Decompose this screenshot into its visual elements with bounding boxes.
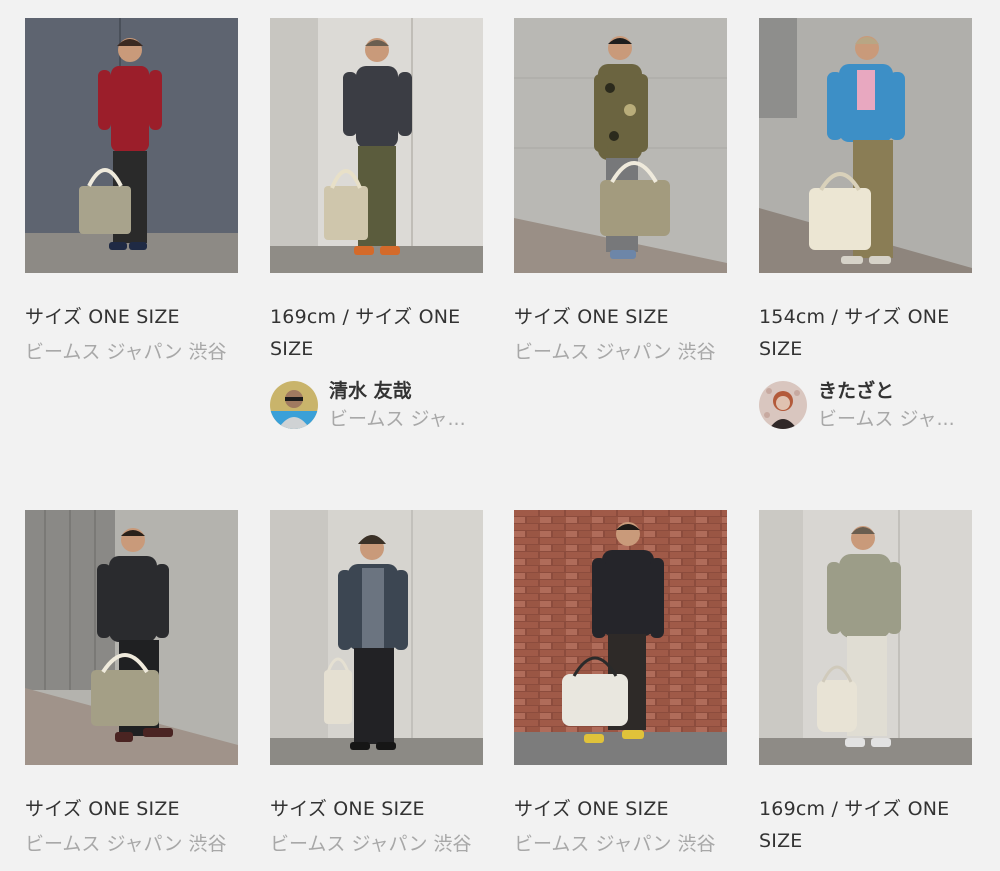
size-label: 169cm / サイズ ONE SIZE [270,306,461,360]
outfit-photo-illustration [270,18,483,273]
outfit-card[interactable]: 154cm / サイズ ONE SIZE きたざと ビームス ジャ... [759,18,972,433]
outfit-photo[interactable] [514,510,727,765]
outfit-photo-illustration [759,510,972,765]
outfit-photo[interactable] [759,510,972,765]
shop-name[interactable]: ビームス ジャパン 渋谷 [514,829,727,859]
size-label: サイズ ONE SIZE [25,798,180,820]
shop-name[interactable]: ビームス ジャパン 渋谷 [25,829,238,859]
staff-shop: ビームス ジャ... [818,408,955,430]
staff-name[interactable]: きたざと [818,377,972,405]
size-label: 154cm / サイズ ONE SIZE [759,306,950,360]
shop-name[interactable]: ビームス ジャパン 渋谷 [25,337,238,367]
outfit-photo-illustration [25,510,238,765]
staff-info[interactable]: 清水 友哉 ビームス ジャ... [270,377,483,433]
outfit-card[interactable]: サイズ ONE SIZE ビームス ジャパン 渋谷 [25,18,238,367]
outfit-photo-illustration [759,18,972,273]
avatar-illustration [759,381,807,429]
coordinate-grid: サイズ ONE SIZE ビームス ジャパン 渋谷 169cm / サイズ ON… [0,0,1000,871]
size-label: 169cm / サイズ ONE SIZE [759,798,950,852]
staff-name[interactable]: 清水 友哉 [329,377,483,405]
outfit-photo[interactable] [759,18,972,273]
outfit-photo-illustration [25,18,238,273]
outfit-card[interactable]: サイズ ONE SIZE ビームス ジャパン 渋谷 [514,510,727,859]
shop-name[interactable]: ビームス ジャパン 渋谷 [270,829,483,859]
staff-avatar[interactable] [759,381,807,429]
avatar-illustration [270,381,318,429]
outfit-card[interactable]: 169cm / サイズ ONE SIZE 清水 友哉 ビームス ジャ... [270,18,483,433]
outfit-photo-illustration [514,18,727,273]
shop-name[interactable]: ビームス ジャパン 渋谷 [514,337,727,367]
outfit-photo-illustration [514,510,727,765]
size-label: サイズ ONE SIZE [270,798,425,820]
outfit-photo-illustration [270,510,483,765]
staff-avatar[interactable] [270,381,318,429]
size-label: サイズ ONE SIZE [514,798,669,820]
size-label: サイズ ONE SIZE [514,306,669,328]
staff-info[interactable]: きたざと ビームス ジャ... [759,377,972,433]
outfit-card[interactable]: 169cm / サイズ ONE SIZE [759,510,972,857]
outfit-photo[interactable] [270,18,483,273]
size-label: サイズ ONE SIZE [25,306,180,328]
staff-shop: ビームス ジャ... [329,408,466,430]
outfit-card[interactable]: サイズ ONE SIZE ビームス ジャパン 渋谷 [270,510,483,859]
outfit-photo[interactable] [25,510,238,765]
outfit-photo[interactable] [25,18,238,273]
outfit-card[interactable]: サイズ ONE SIZE ビームス ジャパン 渋谷 [514,18,727,367]
outfit-photo[interactable] [514,18,727,273]
outfit-card[interactable]: サイズ ONE SIZE ビームス ジャパン 渋谷 [25,510,238,859]
outfit-photo[interactable] [270,510,483,765]
